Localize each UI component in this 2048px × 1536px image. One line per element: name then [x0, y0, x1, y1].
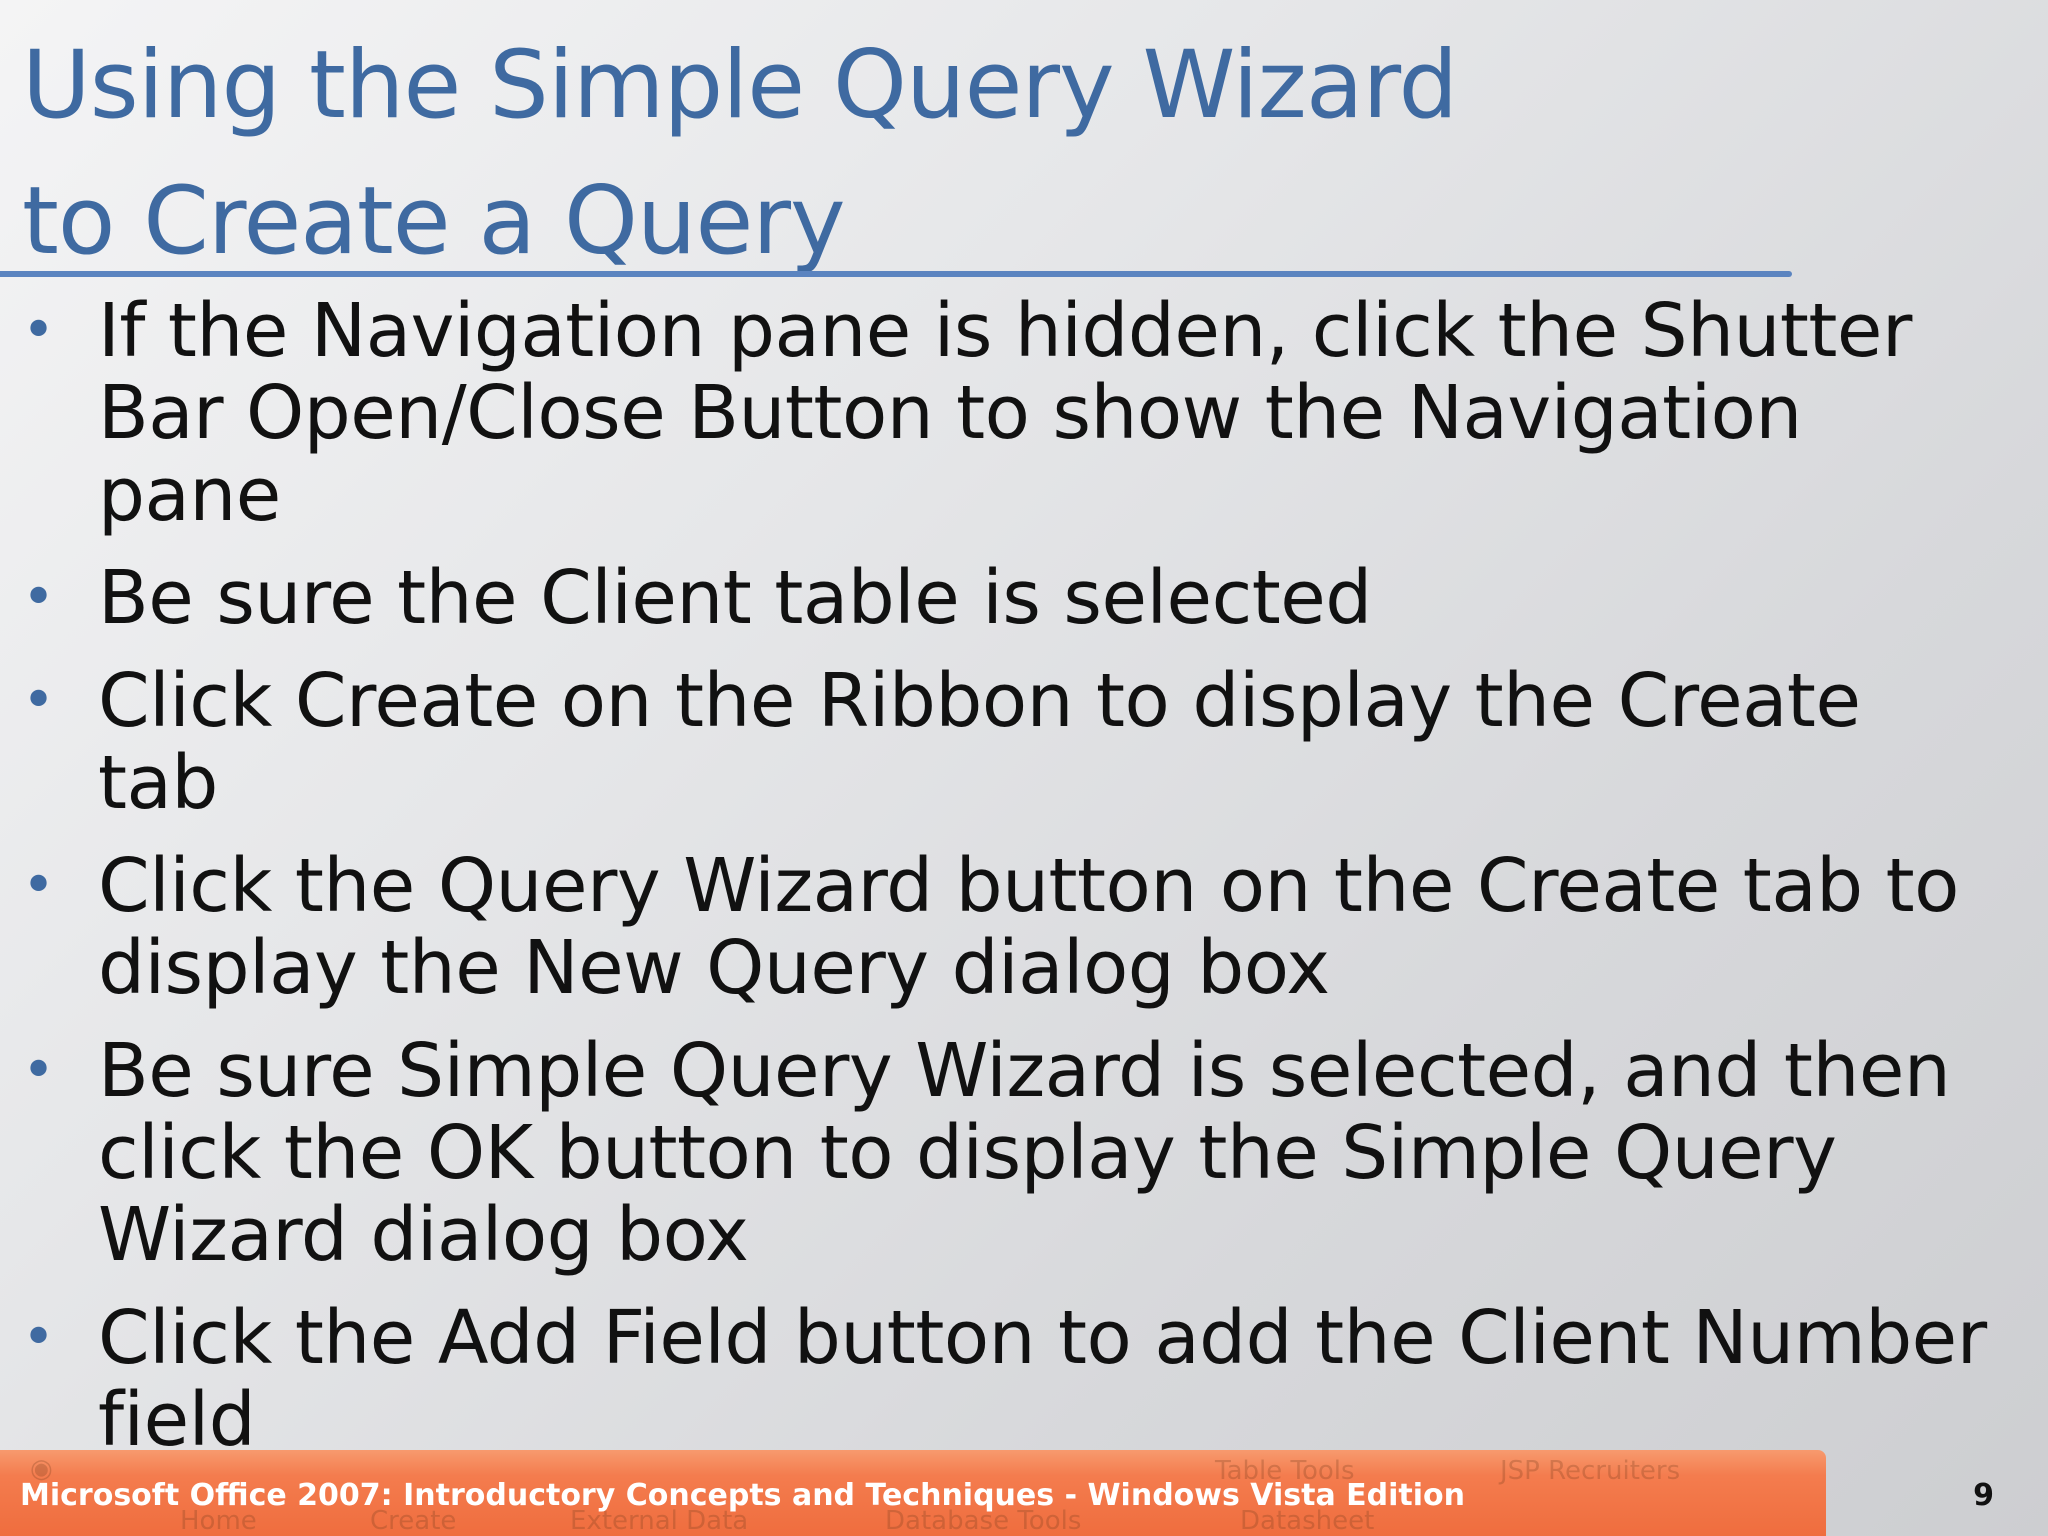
bullet-3-line-1: Click Create on the Ribbon to display th… — [98, 658, 1861, 826]
bullet-5-line-1: Be sure Simple Query Wizard is selected,… — [98, 1028, 1951, 1114]
bullet-dot-icon: • — [22, 298, 55, 363]
bullet-dot-icon: • — [22, 853, 55, 918]
ghost-window-title: JSP Recruiters — [1500, 1456, 1681, 1486]
bullet-item-1: • If the Navigation pane is hidden, clic… — [0, 290, 1990, 536]
bullet-1-line-2: Bar Open/Close Button to show the Naviga… — [98, 370, 1802, 538]
slide-title: Using the Simple Query Wizard to Create … — [22, 18, 1782, 290]
bullet-list: • If the Navigation pane is hidden, clic… — [0, 290, 1990, 1482]
bullet-dot-icon: • — [22, 1305, 55, 1370]
bullet-5-line-3: Wizard dialog box — [98, 1192, 749, 1278]
bullet-item-3: • Click Create on the Ribbon to display … — [0, 660, 1990, 824]
bullet-dot-icon: • — [22, 565, 55, 630]
bullet-item-6: • Click the Add Field button to add the … — [0, 1297, 1990, 1461]
bullet-item-2: • Be sure the Client table is selected — [0, 557, 1990, 639]
bullet-1-line-1: If the Navigation pane is hidden, click … — [98, 288, 1912, 374]
title-underline-rule — [0, 271, 1792, 277]
slide: Using the Simple Query Wizard to Create … — [0, 0, 2048, 1536]
bullet-2-line-1: Be sure the Client table is selected — [98, 555, 1372, 641]
bullet-item-5: • Be sure Simple Query Wizard is selecte… — [0, 1030, 1990, 1276]
bullet-4-line-1: Click the Query Wizard button on the Cre… — [98, 843, 1959, 929]
bullet-item-4: • Click the Query Wizard button on the C… — [0, 845, 1990, 1009]
footer-caption: Microsoft Office 2007: Introductory Conc… — [20, 1478, 1465, 1513]
page-number: 9 — [1973, 1478, 1994, 1513]
bullet-dot-icon: • — [22, 668, 55, 733]
slide-title-line-2: to Create a Query — [22, 167, 846, 276]
bullet-4-line-2: display the New Query dialog box — [98, 925, 1330, 1011]
bullet-dot-icon: • — [22, 1038, 55, 1103]
bullet-5-line-2: click the OK button to display the Simpl… — [98, 1110, 1837, 1196]
bullet-6-line-1: Click the Add Field button to add the Cl… — [98, 1295, 1987, 1381]
slide-title-line-1: Using the Simple Query Wizard — [22, 31, 1458, 140]
